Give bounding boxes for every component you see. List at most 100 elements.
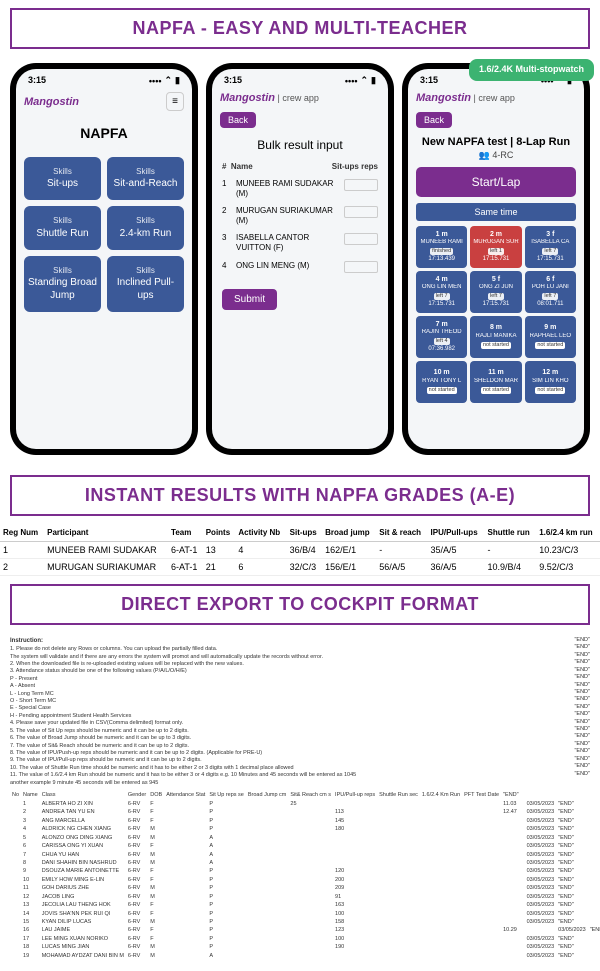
cockpit-row: 6CARISSA ONG YI XUAN6-RVFA03/05/2023"END… [10,843,600,851]
skill-tile[interactable]: SkillsShuttle Run [24,206,101,249]
results-header: Team [168,524,203,542]
same-time-button[interactable]: Same time [416,203,576,221]
results-header: Participant [44,524,168,542]
reps-input[interactable] [344,206,378,218]
reps-input[interactable] [344,179,378,191]
results-header: Broad jump [322,524,376,542]
instruction-line: L - Long Term MC [10,691,590,698]
bulk-row: 4ONG LIN MENG (M) [212,257,388,277]
runner-tile[interactable]: 4 mONG LIN MENleft 717:15.731 [416,271,467,313]
cockpit-row: 1ALBERTA HO ZI XIN6-RVFP2511.0303/05/202… [10,801,600,809]
bulk-row: 1MUNEEB RAMI SUDAKAR (M) [212,175,388,202]
runner-tile[interactable]: 11 mSHELDON MARnot started [470,361,521,403]
test-title: New NAPFA test | 8-Lap Run [408,136,584,148]
battery-icon: ▮ [175,75,180,86]
runner-tile[interactable]: 9 mRAPHAEL LEOnot started [525,316,576,358]
back-button[interactable]: Back [220,112,256,128]
brand-logo: Mangostin [416,92,471,104]
cockpit-row: 18LUCAS MING JIAN6-RVMP19003/05/2023"END… [10,944,600,952]
cockpit-row: 16LAU JAIME6-RVFP12310.2903/05/2023"END" [10,927,600,935]
banner-mid: INSTANT RESULTS WITH NAPFA GRADES (A-E) [10,475,590,516]
phone-1: 3:15 •••• ⌃ ▮ Mangostin ≡ NAPFA SkillsSi… [10,63,198,455]
instruction-line: 2. When the downloaded file is re-upload… [10,661,590,668]
results-row: 2MURUGAN SURIAKUMAR6-AT-121632/C/3156/E/… [0,559,600,576]
signal-icon: •••• [149,76,162,86]
cockpit-header: Attendance Stat [164,791,207,800]
instruction-line: 1. Please do not delete any Rows or colu… [10,646,590,653]
cockpit-header: Sit& Reach cm s [288,791,333,800]
app-header: Mangostin ≡ [16,88,192,115]
cockpit-row: 17LEE MING XUAN NORIKO6-RVFP10003/05/202… [10,935,600,943]
results-row: 1MUNEEB RAMI SUDAKAR6-AT-113436/B/4162/E… [0,542,600,559]
cockpit-header: Sit Up reps se [207,791,246,800]
runner-tile[interactable]: 12 mSIM LIN KHOnot started [525,361,576,403]
runner-tile[interactable]: 3 fISABELLA CAleft 717:15.731 [525,226,576,268]
battery-icon: ▮ [371,75,376,86]
instruction-line: 9. The value of IPU/Pull-up reps should … [10,757,590,764]
results-header: Shuttle run [485,524,537,542]
app-header: Mangostin | crew app [212,88,388,108]
status-icons: •••• ⌃ ▮ [345,75,376,86]
instruction-line: another example 9 minute 45 seconds will… [10,780,590,787]
app-header: Mangostin | crew app [408,88,584,108]
cockpit-header-row: NoNameClassGenderDOBAttendance StatSit U… [10,791,600,800]
cockpit-header: PFT Test Date [462,791,501,800]
cockpit-row: 14JOVIS SHA'NN PEK RUI QI6-RVFP10003/05/… [10,910,600,918]
wifi-icon: ⌃ [361,75,369,86]
submit-button[interactable]: Submit [222,289,277,310]
napfa-title: NAPFA [16,125,192,141]
instruction-line: 10. The value of Shuttle Run time should… [10,765,590,772]
status-icons: •••• ⌃ ▮ [149,75,180,86]
menu-button[interactable]: ≡ [166,92,184,111]
instruction-line: 11. The value of 1.6/2.4 km Run should b… [10,772,590,779]
runner-tile[interactable]: 7 mRAJIN THEODleft 407:36.982 [416,316,467,358]
instruction-line: The system will validate and if there ar… [10,654,590,661]
skill-tile[interactable]: SkillsInclined Pull-ups [107,256,184,312]
skill-tile[interactable]: SkillsStanding Broad Jump [24,256,101,312]
back-button[interactable]: Back [416,112,452,128]
banner-bot: DIRECT EXPORT TO COCKPIT FORMAT [10,584,590,625]
instruction-line: 3. Attendance status should be one of th… [10,668,590,675]
cockpit-header: Name [21,791,40,800]
phone-2: 3:15 •••• ⌃ ▮ Mangostin | crew app Back … [206,63,394,455]
bulk-rows: 1MUNEEB RAMI SUDAKAR (M)2MURUGAN SURIAKU… [212,175,388,277]
app-subtitle: | crew app [474,93,515,103]
brand-logo: Mangostin [24,96,79,108]
start-lap-button[interactable]: Start/Lap [416,167,576,197]
results-header: Reg Num [0,524,44,542]
skill-tile[interactable]: Skills2.4-km Run [107,206,184,249]
group-icon: 👥 [479,150,490,160]
cockpit-header: No [10,791,21,800]
runner-tile[interactable]: 8 mRAJLI MANIKAnot started [470,316,521,358]
cockpit-row: 4ALDRICK NG CHEN XIANG6-RVMP18003/05/202… [10,826,600,834]
phone-row: 3:15 •••• ⌃ ▮ Mangostin ≡ NAPFA SkillsSi… [0,57,600,461]
cockpit-row: 8DANI SHAHIN BIN NASHRUD6-RVMA03/05/2023… [10,859,600,867]
cockpit-header: 1.6/2.4 Km Run [420,791,462,800]
instruction-line: 8. The value of IPU/Push-up reps should … [10,750,590,757]
status-time: 3:15 [28,75,46,86]
bulk-title: Bulk result input [212,138,388,152]
instruction-line: H - Pending appointment Student Health S… [10,713,590,720]
runner-grid: 1 mMUNEEB RAMIfinished17:13.4392 mMURUGA… [408,226,584,403]
bulk-header: # Name Sit-ups reps [212,162,388,171]
cockpit-header: IPU/Pull-up reps [333,791,377,800]
results-header: 1.6/2.4 km run [536,524,600,542]
bulk-row: 2MURUGAN SURIAKUMAR (M) [212,202,388,229]
reps-input[interactable] [344,261,378,273]
skill-tile[interactable]: SkillsSit-ups [24,157,101,200]
bulk-row: 3ISABELLA CANTOR VUITTON (F) [212,229,388,256]
runner-tile[interactable]: 6 fPOH LU JANIleft 708:01.711 [525,271,576,313]
instruction-line: 6. The value of Broad Jump should be num… [10,735,590,742]
instruction-line: O - Short Term MC [10,698,590,705]
skill-tiles: SkillsSit-upsSkillsSit-and-ReachSkillsSh… [16,157,192,312]
runner-tile[interactable]: 10 mRYAN TONY Lnot started [416,361,467,403]
reps-input[interactable] [344,233,378,245]
instruction-line: E - Special Case [10,705,590,712]
cockpit-header: Gender [126,791,148,800]
wifi-icon: ⌃ [165,75,173,86]
runner-tile[interactable]: 1 mMUNEEB RAMIfinished17:13.439 [416,226,467,268]
runner-tile[interactable]: 2 mMURUGAN SURleft 117:15.731 [470,226,521,268]
skill-tile[interactable]: SkillsSit-and-Reach [107,157,184,200]
runner-tile[interactable]: 5 fONG ZI JUNleft 717:15.731 [470,271,521,313]
results-header-row: Reg NumParticipantTeamPointsActivity NbS… [0,524,600,542]
